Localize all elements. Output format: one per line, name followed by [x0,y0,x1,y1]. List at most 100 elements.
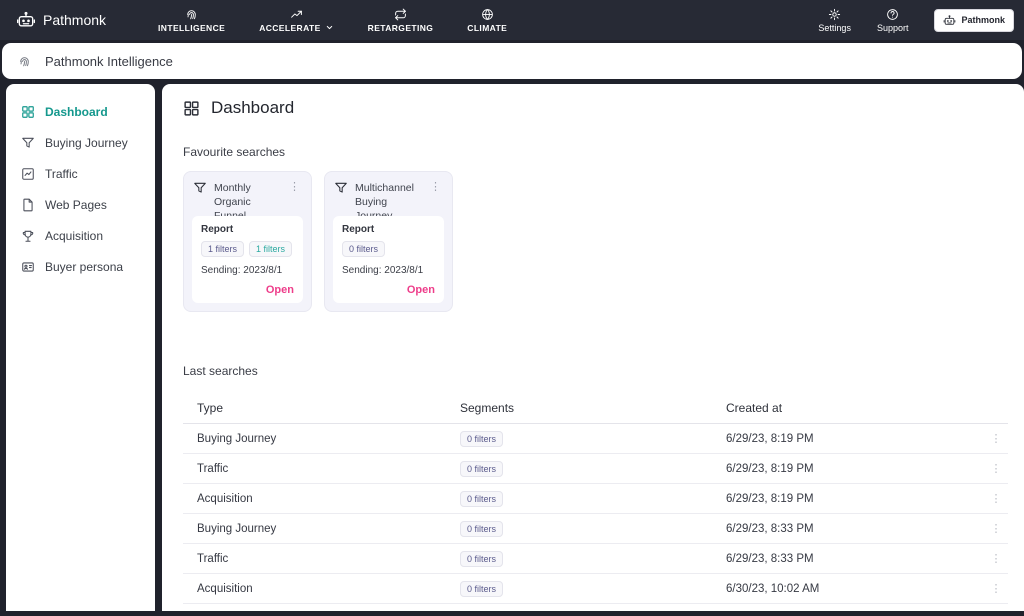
card-report-label: Report [201,224,294,235]
chart-icon [21,167,35,181]
card-sending-date: Sending: 2023/8/1 [342,265,435,276]
filter-badge: 1 filters [249,241,292,257]
product-bar[interactable]: Pathmonk Intelligence [2,43,1022,79]
card-open-link[interactable]: Open [266,284,294,296]
filter-badge: 1 filters [201,241,244,257]
column-header-type: Type [183,401,460,415]
row-type: Acquisition [183,493,460,505]
support-label: Support [877,23,909,33]
sidebar-item-label: Buying Journey [45,136,128,150]
row-segments-badge: 0 filters [460,431,503,447]
row-type: Buying Journey [183,523,460,535]
last-searches-heading: Last searches [183,364,1008,378]
row-created-at: 6/29/23, 8:33 PM [726,553,984,565]
row-created-at: 6/29/23, 8:19 PM [726,463,984,475]
table-row[interactable]: Traffic 0 filters 6/29/23, 8:19 PM ⋮ [183,454,1008,484]
funnel-icon [21,136,35,150]
row-segments-badge: 0 filters [460,491,503,507]
primary-nav: INTELLIGENCE ACCELERATE RETARGETING CLIM… [158,8,507,33]
sidebar-item-label: Buyer persona [45,260,123,274]
row-type: Acquisition [183,583,460,595]
row-menu-kebab-icon[interactable]: ⋮ [991,553,1002,565]
sidebar-item-dashboard[interactable]: Dashboard [6,96,155,127]
sidebar-item-label: Traffic [45,167,78,181]
column-header-created-at: Created at [726,401,984,415]
sidebar: Dashboard Buying Journey Traffic Web Pag… [6,84,155,611]
row-menu-kebab-icon[interactable]: ⋮ [991,433,1002,445]
favourite-search-card[interactable]: Monthly Organic Funnel ⋮ Report 1 filter… [183,171,312,312]
nav-item-label: INTELLIGENCE [158,23,225,33]
sidebar-item-buyer-persona[interactable]: Buyer persona [6,251,155,282]
row-menu-kebab-icon[interactable]: ⋮ [991,493,1002,505]
nav-item-accelerate[interactable]: ACCELERATE [259,8,333,33]
table-row[interactable]: Acquisition 0 filters 6/30/23, 10:02 AM … [183,574,1008,604]
account-button[interactable]: Pathmonk [934,9,1014,32]
page-title: Dashboard [211,98,294,118]
table-row[interactable]: Traffic 0 filters 6/29/23, 8:33 PM ⋮ [183,544,1008,574]
card-open-link[interactable]: Open [407,284,435,296]
grid-icon [21,105,35,119]
robot-icon [16,10,36,30]
sidebar-item-buying-journey[interactable]: Buying Journey [6,127,155,158]
globe-icon [481,8,494,21]
main-panel: Dashboard Favourite searches Monthly Org… [162,84,1024,611]
sidebar-item-label: Acquisition [45,229,103,243]
sidebar-item-label: Dashboard [45,105,108,119]
row-segments-badge: 0 filters [460,521,503,537]
id-card-icon [21,260,35,274]
nav-item-climate[interactable]: CLIMATE [467,8,507,33]
nav-item-retargeting[interactable]: RETARGETING [368,8,434,33]
table-row[interactable]: Buying Journey 0 filters 6/29/23, 8:19 P… [183,424,1008,454]
settings-label: Settings [818,23,851,33]
row-segments-badge: 0 filters [460,551,503,567]
filter-badge: 0 filters [342,241,385,257]
fingerprint-icon [185,8,198,21]
brand-logo[interactable]: Pathmonk [16,10,106,30]
card-body: Report 1 filters 1 filters Sending: 2023/… [192,216,303,303]
page-header: Dashboard [183,98,1008,118]
row-created-at: 6/30/23, 10:02 AM [726,583,984,595]
favourite-search-card[interactable]: Multichannel Buying Journey Report ⋮ Rep… [324,171,453,312]
row-segments-badge: 0 filters [460,461,503,477]
trophy-icon [21,229,35,243]
sidebar-item-web-pages[interactable]: Web Pages [6,189,155,220]
navbar-right: Settings Support Pathmonk [818,8,1014,33]
sidebar-item-acquisition[interactable]: Acquisition [6,220,155,251]
settings-button[interactable]: Settings [818,8,851,33]
row-type: Traffic [183,463,460,475]
table-row[interactable]: Buying Journey 0 filters 6/29/23, 8:33 P… [183,514,1008,544]
funnel-icon [193,181,207,195]
grid-icon [183,100,200,117]
card-report-label: Report [342,224,435,235]
row-menu-kebab-icon[interactable]: ⋮ [991,463,1002,475]
row-segments-badge: 0 filters [460,611,503,612]
last-searches-table: Type Segments Created at Buying Journey … [183,392,1008,611]
favourite-searches-heading: Favourite searches [183,145,1008,159]
funnel-icon [334,181,348,195]
row-menu-kebab-icon[interactable]: ⋮ [991,523,1002,535]
column-header-segments: Segments [460,401,726,415]
chevron-down-icon [325,23,334,32]
table-row[interactable]: Buying Journey 0 filters 6/30/23, 10:02 … [183,604,1008,611]
robot-icon [943,14,956,27]
fingerprint-icon [18,55,31,68]
support-button[interactable]: Support [877,8,909,33]
sidebar-item-traffic[interactable]: Traffic [6,158,155,189]
repeat-icon [394,8,407,21]
nav-item-label: CLIMATE [467,23,507,33]
table-row[interactable]: Acquisition 0 filters 6/29/23, 8:19 PM ⋮ [183,484,1008,514]
row-created-at: 6/29/23, 8:19 PM [726,493,984,505]
row-segments-badge: 0 filters [460,581,503,597]
card-badges: 1 filters 1 filters [201,241,294,257]
content-area: Dashboard Buying Journey Traffic Web Pag… [0,79,1024,611]
page-icon [21,198,35,212]
product-bar-title: Pathmonk Intelligence [45,54,173,69]
nav-item-label: RETARGETING [368,23,434,33]
account-button-label: Pathmonk [961,15,1005,25]
favourite-cards: Monthly Organic Funnel ⋮ Report 1 filter… [183,171,1008,312]
brand-name: Pathmonk [43,12,106,28]
nav-item-intelligence[interactable]: INTELLIGENCE [158,8,225,33]
row-menu-kebab-icon[interactable]: ⋮ [991,583,1002,595]
top-navbar: Pathmonk INTELLIGENCE ACCELERATE RETARGE… [0,0,1024,40]
card-sending-date: Sending: 2023/8/1 [201,265,294,276]
